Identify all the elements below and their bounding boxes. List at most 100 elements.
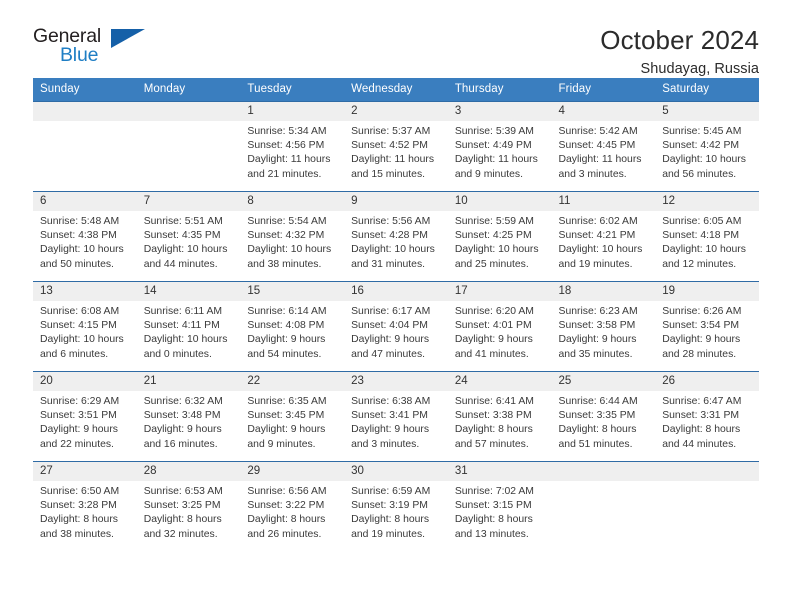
calendar-day-cell[interactable]: 28 Sunrise: 6:53 AM Sunset: 3:25 PM Dayligh… bbox=[136, 461, 241, 552]
calendar-day-cell[interactable]: 26 Sunrise: 6:47 AM Sunset: 3:31 PM Dayligh… bbox=[655, 371, 759, 462]
daylight-duration-line2: and 25 minutes. bbox=[454, 258, 529, 270]
page-title: October 2024 bbox=[600, 25, 759, 55]
daylight-duration-line2: and 21 minutes. bbox=[247, 168, 322, 180]
sunrise-time: Sunrise: 5:37 AM bbox=[351, 126, 431, 137]
sunset-time: Sunset: 4:56 PM bbox=[247, 140, 325, 152]
day-sun-info: Sunrise: 6:47 AM Sunset: 3:31 PM Daylight:… bbox=[655, 391, 759, 452]
weekday-header-friday: Friday bbox=[551, 78, 656, 102]
day-number bbox=[33, 102, 137, 121]
day-sun-info: Sunrise: 6:20 AM Sunset: 4:01 PM Daylight:… bbox=[448, 301, 552, 362]
sunset-time: Sunset: 4:18 PM bbox=[662, 230, 740, 242]
calendar-day-cell[interactable]: 18 Sunrise: 6:23 AM Sunset: 3:58 PM Dayligh… bbox=[551, 281, 656, 372]
day-cell-content: 12 Sunrise: 6:05 AM Sunset: 4:18 PM Dayligh… bbox=[655, 192, 759, 281]
sunrise-time: Sunrise: 6:23 AM bbox=[558, 306, 638, 317]
calendar-day-cell[interactable]: 22 Sunrise: 6:35 AM Sunset: 3:45 PM Dayligh… bbox=[240, 371, 345, 462]
sunrise-time: Sunrise: 6:32 AM bbox=[143, 396, 223, 407]
calendar-day-cell[interactable]: 6 Sunrise: 5:48 AM Sunset: 4:38 PM Daylight… bbox=[33, 191, 137, 282]
calendar-day-cell[interactable]: 7 Sunrise: 5:51 AM Sunset: 4:35 PM Daylight… bbox=[136, 191, 241, 282]
calendar-day-cell[interactable]: 25 Sunrise: 6:44 AM Sunset: 3:35 PM Dayligh… bbox=[551, 371, 656, 462]
calendar-day-cell[interactable]: 27 Sunrise: 6:50 AM Sunset: 3:28 PM Dayligh… bbox=[33, 461, 137, 552]
sunrise-time: Sunrise: 5:51 AM bbox=[143, 216, 223, 227]
general-blue-logo[interactable]: General Blue bbox=[33, 26, 153, 72]
calendar-day-cell[interactable]: 31 Sunrise: 7:02 AM Sunset: 3:15 PM Dayligh… bbox=[447, 461, 552, 552]
day-cell-content: 14 Sunrise: 6:11 AM Sunset: 4:11 PM Dayligh… bbox=[136, 282, 241, 371]
sunset-time: Sunset: 4:21 PM bbox=[558, 230, 636, 242]
calendar-cell-empty bbox=[33, 101, 137, 192]
day-number: 27 bbox=[33, 462, 137, 481]
calendar-day-cell[interactable]: 11 Sunrise: 6:02 AM Sunset: 4:21 PM Dayligh… bbox=[551, 191, 656, 282]
day-sun-info: Sunrise: 5:39 AM Sunset: 4:49 PM Daylight:… bbox=[448, 121, 552, 182]
day-cell-content: 26 Sunrise: 6:47 AM Sunset: 3:31 PM Dayligh… bbox=[655, 372, 759, 461]
day-number: 30 bbox=[344, 462, 448, 481]
calendar-day-cell[interactable]: 23 Sunrise: 6:38 AM Sunset: 3:41 PM Dayligh… bbox=[344, 371, 448, 462]
day-number: 31 bbox=[447, 462, 552, 481]
calendar-day-cell[interactable]: 4 Sunrise: 5:42 AM Sunset: 4:45 PM Daylight… bbox=[551, 101, 656, 192]
daylight-duration-line1: Daylight: 9 hours bbox=[351, 424, 430, 436]
day-cell-content: 8 Sunrise: 5:54 AM Sunset: 4:32 PM Daylight… bbox=[240, 192, 345, 281]
day-number: 7 bbox=[136, 192, 241, 211]
sunrise-time: Sunrise: 6:14 AM bbox=[247, 306, 327, 317]
day-cell-content: 20 Sunrise: 6:29 AM Sunset: 3:51 PM Dayligh… bbox=[33, 372, 137, 461]
day-cell-content: 21 Sunrise: 6:32 AM Sunset: 3:48 PM Dayligh… bbox=[136, 372, 241, 461]
day-sun-info: Sunrise: 5:45 AM Sunset: 4:42 PM Daylight:… bbox=[655, 121, 759, 182]
daylight-duration-line1: Daylight: 9 hours bbox=[143, 424, 222, 436]
sunrise-time: Sunrise: 6:20 AM bbox=[454, 306, 534, 317]
calendar-header-row: Sunday Monday Tuesday Wednesday Thursday… bbox=[33, 78, 759, 102]
calendar-day-cell[interactable]: 16 Sunrise: 6:17 AM Sunset: 4:04 PM Dayligh… bbox=[344, 281, 448, 372]
day-sun-info: Sunrise: 6:32 AM Sunset: 3:48 PM Daylight:… bbox=[137, 391, 241, 452]
calendar-week-row: 6 Sunrise: 5:48 AM Sunset: 4:38 PM Daylight… bbox=[33, 191, 759, 282]
daylight-duration-line2: and 6 minutes. bbox=[40, 348, 109, 360]
daylight-duration-line2: and 35 minutes. bbox=[558, 348, 633, 360]
sunrise-time: Sunrise: 5:48 AM bbox=[40, 216, 120, 227]
calendar-day-cell[interactable]: 10 Sunrise: 5:59 AM Sunset: 4:25 PM Dayligh… bbox=[447, 191, 552, 282]
daylight-duration-line2: and 56 minutes. bbox=[662, 168, 737, 180]
sunrise-time: Sunrise: 5:45 AM bbox=[662, 126, 742, 137]
daylight-duration-line2: and 41 minutes. bbox=[454, 348, 529, 360]
daylight-duration-line1: Daylight: 9 hours bbox=[351, 334, 430, 346]
calendar-day-cell[interactable]: 2 Sunrise: 5:37 AM Sunset: 4:52 PM Daylight… bbox=[344, 101, 448, 192]
day-sun-info: Sunrise: 5:54 AM Sunset: 4:32 PM Daylight:… bbox=[240, 211, 344, 272]
location-subtitle: Shudayag, Russia bbox=[640, 61, 759, 78]
day-cell-content: 24 Sunrise: 6:41 AM Sunset: 3:38 PM Dayligh… bbox=[447, 372, 552, 461]
day-cell-content: 18 Sunrise: 6:23 AM Sunset: 3:58 PM Dayligh… bbox=[551, 282, 656, 371]
day-number: 23 bbox=[344, 372, 448, 391]
calendar-day-cell[interactable]: 1 Sunrise: 5:34 AM Sunset: 4:56 PM Daylight… bbox=[240, 101, 345, 192]
sunset-time: Sunset: 4:32 PM bbox=[247, 230, 325, 242]
day-cell-content: 19 Sunrise: 6:26 AM Sunset: 3:54 PM Dayligh… bbox=[655, 282, 759, 371]
calendar-day-cell[interactable]: 19 Sunrise: 6:26 AM Sunset: 3:54 PM Dayligh… bbox=[655, 281, 759, 372]
calendar-day-cell[interactable]: 21 Sunrise: 6:32 AM Sunset: 3:48 PM Dayligh… bbox=[136, 371, 241, 462]
calendar-day-cell[interactable]: 8 Sunrise: 5:54 AM Sunset: 4:32 PM Daylight… bbox=[240, 191, 345, 282]
calendar-day-cell[interactable]: 14 Sunrise: 6:11 AM Sunset: 4:11 PM Dayligh… bbox=[136, 281, 241, 372]
calendar-week-row: 27 Sunrise: 6:50 AM Sunset: 3:28 PM Dayligh… bbox=[33, 461, 759, 552]
calendar-day-cell[interactable]: 12 Sunrise: 6:05 AM Sunset: 4:18 PM Dayligh… bbox=[655, 191, 759, 282]
day-sun-info: Sunrise: 5:42 AM Sunset: 4:45 PM Daylight:… bbox=[552, 121, 656, 182]
calendar-day-cell[interactable]: 29 Sunrise: 6:56 AM Sunset: 3:22 PM Dayligh… bbox=[240, 461, 345, 552]
calendar-day-cell[interactable]: 3 Sunrise: 5:39 AM Sunset: 4:49 PM Daylight… bbox=[447, 101, 552, 192]
sunset-time: Sunset: 3:15 PM bbox=[454, 500, 532, 512]
day-sun-info: Sunrise: 5:56 AM Sunset: 4:28 PM Daylight:… bbox=[344, 211, 448, 272]
weekday-header-sunday: Sunday bbox=[33, 78, 137, 102]
sunset-time: Sunset: 4:38 PM bbox=[40, 230, 117, 242]
day-cell-content: 22 Sunrise: 6:35 AM Sunset: 3:45 PM Dayligh… bbox=[240, 372, 345, 461]
calendar-day-cell[interactable]: 20 Sunrise: 6:29 AM Sunset: 3:51 PM Dayligh… bbox=[33, 371, 137, 462]
calendar-day-cell[interactable]: 15 Sunrise: 6:14 AM Sunset: 4:08 PM Dayligh… bbox=[240, 281, 345, 372]
sunset-time: Sunset: 3:54 PM bbox=[662, 320, 740, 332]
day-number bbox=[136, 102, 241, 121]
sunset-time: Sunset: 3:41 PM bbox=[351, 410, 428, 422]
calendar-day-cell[interactable]: 24 Sunrise: 6:41 AM Sunset: 3:38 PM Dayligh… bbox=[447, 371, 552, 462]
sunrise-time: Sunrise: 6:29 AM bbox=[40, 396, 120, 407]
calendar-day-cell[interactable]: 5 Sunrise: 5:45 AM Sunset: 4:42 PM Daylight… bbox=[655, 101, 759, 192]
day-cell-content: 15 Sunrise: 6:14 AM Sunset: 4:08 PM Dayligh… bbox=[240, 282, 345, 371]
calendar-day-cell[interactable]: 30 Sunrise: 6:59 AM Sunset: 3:19 PM Dayligh… bbox=[344, 461, 448, 552]
daylight-duration-line1: Daylight: 11 hours bbox=[247, 154, 331, 166]
day-sun-info: Sunrise: 6:14 AM Sunset: 4:08 PM Daylight:… bbox=[240, 301, 344, 362]
day-sun-info: Sunrise: 6:05 AM Sunset: 4:18 PM Daylight:… bbox=[655, 211, 759, 272]
daylight-duration-line1: Daylight: 10 hours bbox=[558, 244, 643, 256]
calendar-day-cell[interactable]: 9 Sunrise: 5:56 AM Sunset: 4:28 PM Daylight… bbox=[344, 191, 448, 282]
calendar-day-cell[interactable]: 17 Sunrise: 6:20 AM Sunset: 4:01 PM Dayligh… bbox=[447, 281, 552, 372]
daylight-duration-line2: and 3 minutes. bbox=[558, 168, 627, 180]
calendar-week-row: 1 Sunrise: 5:34 AM Sunset: 4:56 PM Daylight… bbox=[33, 101, 759, 192]
calendar-day-cell[interactable]: 13 Sunrise: 6:08 AM Sunset: 4:15 PM Dayligh… bbox=[33, 281, 137, 372]
sunset-time: Sunset: 3:58 PM bbox=[558, 320, 636, 332]
daylight-duration-line2: and 15 minutes. bbox=[351, 168, 426, 180]
